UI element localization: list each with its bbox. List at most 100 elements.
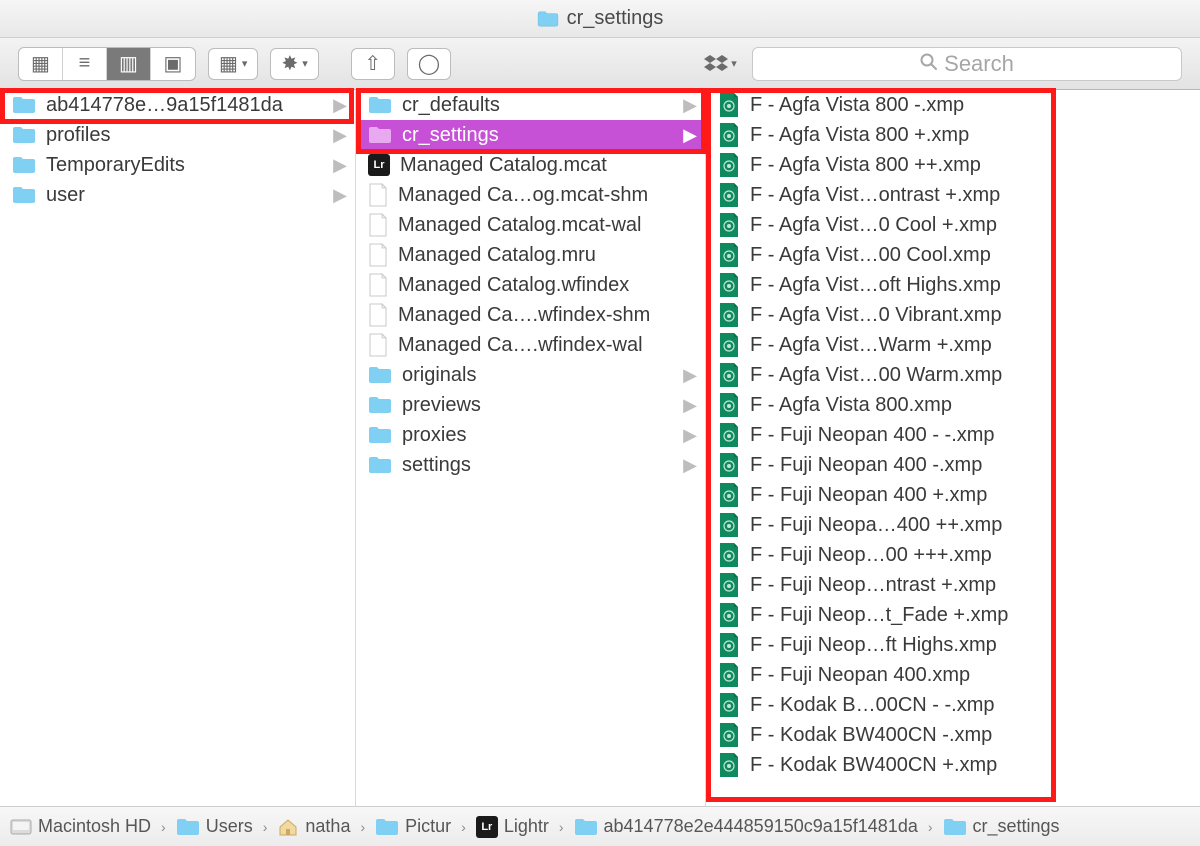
list-item[interactable]: F - Fuji Neopan 400.xmp xyxy=(706,660,1200,690)
item-label: F - Fuji Neopan 400.xmp xyxy=(750,664,1192,687)
list-item[interactable]: F - Kodak B…00CN - -.xmp xyxy=(706,690,1200,720)
list-item[interactable]: previews▶ xyxy=(356,390,705,420)
share-button[interactable]: ⇧ xyxy=(351,48,395,80)
file-icon xyxy=(368,303,388,327)
item-label: F - Agfa Vist…oft Highs.xmp xyxy=(750,274,1192,297)
path-segment[interactable]: natha xyxy=(277,816,350,837)
list-item[interactable]: F - Kodak BW400CN +.xmp xyxy=(706,750,1200,780)
list-item[interactable]: F - Kodak BW400CN -.xmp xyxy=(706,720,1200,750)
folder-icon xyxy=(368,395,392,415)
chevron-right-icon: › xyxy=(555,819,568,835)
list-item[interactable]: Managed Catalog.wfindex xyxy=(356,270,705,300)
tags-button[interactable]: ◯ xyxy=(407,48,451,80)
list-item[interactable]: Managed Catalog.mcat-wal xyxy=(356,210,705,240)
xmp-icon xyxy=(718,752,740,778)
path-segment[interactable]: Macintosh HD xyxy=(10,816,151,837)
list-item[interactable]: F - Fuji Neopan 400 -.xmp xyxy=(706,450,1200,480)
list-item[interactable]: F - Agfa Vista 800 ++.xmp xyxy=(706,150,1200,180)
item-label: F - Agfa Vista 800 -.xmp xyxy=(750,94,1192,117)
xmp-icon xyxy=(718,602,740,628)
list-item[interactable]: Managed Ca…og.mcat-shm xyxy=(356,180,705,210)
list-item[interactable]: F - Agfa Vist…oft Highs.xmp xyxy=(706,270,1200,300)
path-segment[interactable]: Pictur xyxy=(375,816,451,837)
item-label: settings xyxy=(402,454,673,477)
list-item[interactable]: F - Fuji Neopan 400 +.xmp xyxy=(706,480,1200,510)
column-1[interactable]: ab414778e…9a15f1481da▶profiles▶Temporary… xyxy=(0,90,356,806)
path-label: ab414778e2e444859150c9a15f1481da xyxy=(604,816,918,837)
item-label: F - Agfa Vista 800 ++.xmp xyxy=(750,154,1192,177)
list-item[interactable]: F - Agfa Vist…0 Cool +.xmp xyxy=(706,210,1200,240)
chevron-right-icon: › xyxy=(157,819,170,835)
list-item[interactable]: F - Agfa Vista 800.xmp xyxy=(706,390,1200,420)
list-item[interactable]: settings▶ xyxy=(356,450,705,480)
list-item[interactable]: F - Fuji Neopan 400 - -.xmp xyxy=(706,420,1200,450)
list-item[interactable]: cr_defaults▶ xyxy=(356,90,705,120)
list-item[interactable]: Managed Catalog.mru xyxy=(356,240,705,270)
chevron-right-icon: ▶ xyxy=(683,365,697,386)
list-item[interactable]: F - Fuji Neopa…400 ++.xmp xyxy=(706,510,1200,540)
item-label: Managed Catalog.mru xyxy=(398,244,697,267)
list-item[interactable]: F - Agfa Vist…ontrast +.xmp xyxy=(706,180,1200,210)
list-item[interactable]: F - Agfa Vist…00 Warm.xmp xyxy=(706,360,1200,390)
list-item[interactable]: F - Agfa Vist…00 Cool.xmp xyxy=(706,240,1200,270)
list-item[interactable]: originals▶ xyxy=(356,360,705,390)
item-label: F - Fuji Neop…00 +++.xmp xyxy=(750,544,1192,567)
item-label: ab414778e…9a15f1481da xyxy=(46,94,323,117)
item-label: cr_settings xyxy=(402,124,673,147)
list-item[interactable]: proxies▶ xyxy=(356,420,705,450)
list-item[interactable]: cr_settings▶ xyxy=(356,120,705,150)
list-item[interactable]: F - Agfa Vista 800 +.xmp xyxy=(706,120,1200,150)
list-item[interactable]: F - Agfa Vist…Warm +.xmp xyxy=(706,330,1200,360)
column-2[interactable]: cr_defaults▶cr_settings▶LrManaged Catalo… xyxy=(356,90,706,806)
xmp-icon xyxy=(718,122,740,148)
path-segment[interactable]: cr_settings xyxy=(943,816,1060,837)
lightroom-icon: Lr xyxy=(476,816,498,838)
item-label: F - Fuji Neopan 400 +.xmp xyxy=(750,484,1192,507)
search-field[interactable]: Search xyxy=(752,47,1182,81)
file-icon xyxy=(368,273,388,297)
list-item[interactable]: F - Fuji Neop…00 +++.xmp xyxy=(706,540,1200,570)
list-item[interactable]: user▶ xyxy=(0,180,355,210)
toolbar: ▦ ≡ ▥ ▣ ▦▾ ✸▾ ⇧ ◯ ▾ Search xyxy=(0,38,1200,90)
xmp-icon xyxy=(718,452,740,478)
item-label: Managed Catalog.mcat xyxy=(400,154,697,177)
list-item[interactable]: profiles▶ xyxy=(0,120,355,150)
list-item[interactable]: F - Agfa Vist…0 Vibrant.xmp xyxy=(706,300,1200,330)
list-item[interactable]: F - Fuji Neop…t_Fade +.xmp xyxy=(706,600,1200,630)
list-item[interactable]: F - Fuji Neop…ntrast +.xmp xyxy=(706,570,1200,600)
view-columns-button[interactable]: ▥ xyxy=(107,48,151,80)
list-item[interactable]: Managed Ca….wfindex-shm xyxy=(356,300,705,330)
folder-icon xyxy=(943,817,967,837)
list-item[interactable]: F - Agfa Vista 800 -.xmp xyxy=(706,90,1200,120)
item-label: F - Fuji Neopan 400 - -.xmp xyxy=(750,424,1192,447)
chevron-right-icon: ▶ xyxy=(333,155,347,176)
list-item[interactable]: F - Fuji Neop…ft Highs.xmp xyxy=(706,630,1200,660)
view-gallery-button[interactable]: ▣ xyxy=(151,48,195,80)
file-icon xyxy=(368,183,388,207)
list-item[interactable]: Lr Managed Catalog.mcat xyxy=(356,150,705,180)
item-label: TemporaryEdits xyxy=(46,154,323,177)
path-segment[interactable]: ab414778e2e444859150c9a15f1481da xyxy=(574,816,918,837)
path-segment[interactable]: Users xyxy=(176,816,253,837)
action-button[interactable]: ✸▾ xyxy=(270,48,318,80)
home-icon xyxy=(277,817,299,837)
search-icon xyxy=(920,51,938,77)
view-icons-button[interactable]: ▦ xyxy=(19,48,63,80)
column-3[interactable]: F - Agfa Vista 800 -.xmp F - Agfa Vista 8… xyxy=(706,90,1200,806)
item-label: F - Kodak B…00CN - -.xmp xyxy=(750,694,1192,717)
list-item[interactable]: ab414778e…9a15f1481da▶ xyxy=(0,90,355,120)
path-label: cr_settings xyxy=(973,816,1060,837)
list-item[interactable]: Managed Ca….wfindex-wal xyxy=(356,330,705,360)
file-icon xyxy=(368,243,388,267)
path-bar[interactable]: Macintosh HD›Users›natha›Pictur›LrLightr… xyxy=(0,806,1200,846)
path-segment[interactable]: LrLightr xyxy=(476,816,549,838)
dropbox-button[interactable]: ▾ xyxy=(700,48,740,80)
xmp-icon xyxy=(718,512,740,538)
xmp-icon xyxy=(718,272,740,298)
arrange-button[interactable]: ▦▾ xyxy=(208,48,258,80)
lightroom-icon: Lr xyxy=(368,154,390,176)
view-list-button[interactable]: ≡ xyxy=(63,48,107,80)
list-item[interactable]: TemporaryEdits ▶ xyxy=(0,150,355,180)
xmp-icon xyxy=(718,152,740,178)
folder-icon xyxy=(12,185,36,205)
